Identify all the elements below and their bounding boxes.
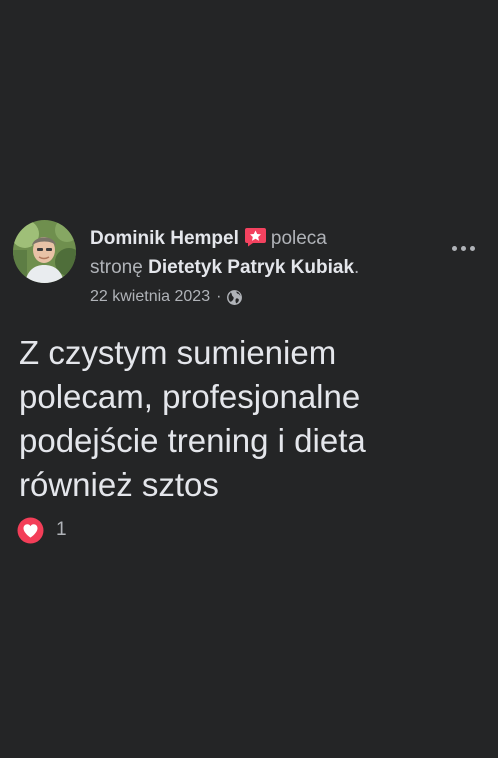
- heart-icon: [17, 517, 44, 544]
- avatar[interactable]: [13, 220, 76, 283]
- reaction-count: 1: [56, 519, 67, 540]
- post-header: Dominik Hempel poleca stronę Dietetyk Patr…: [90, 224, 430, 282]
- globe-icon: [226, 289, 243, 306]
- dot-icon: [451, 245, 457, 251]
- page-name-link[interactable]: Dietetyk Patryk Kubiak: [148, 257, 354, 278]
- more-options-button[interactable]: [446, 236, 480, 260]
- dot-icon: [460, 245, 466, 251]
- review-post: Dominik Hempel poleca stronę Dietetyk Patr…: [0, 0, 498, 758]
- post-date[interactable]: 22 kwietnia 2023: [90, 286, 210, 308]
- avatar-image: [13, 220, 76, 283]
- reactions-summary[interactable]: 1: [17, 516, 67, 544]
- recommend-badge-icon: [244, 227, 267, 247]
- dot-icon: [469, 245, 475, 251]
- author-name[interactable]: Dominik Hempel: [90, 228, 239, 249]
- meta-separator: ·: [216, 288, 222, 305]
- page-suffix: .: [354, 257, 360, 278]
- post-meta: 22 kwietnia 2023 ·: [90, 286, 243, 308]
- page-prefix: stronę: [90, 257, 143, 278]
- page: Dominik Hempel poleca stronę Dietetyk Patr…: [0, 0, 498, 758]
- post-body: Z czystym sumieniem polecam, profesjonal…: [19, 334, 366, 503]
- recommend-text: poleca: [270, 228, 327, 249]
